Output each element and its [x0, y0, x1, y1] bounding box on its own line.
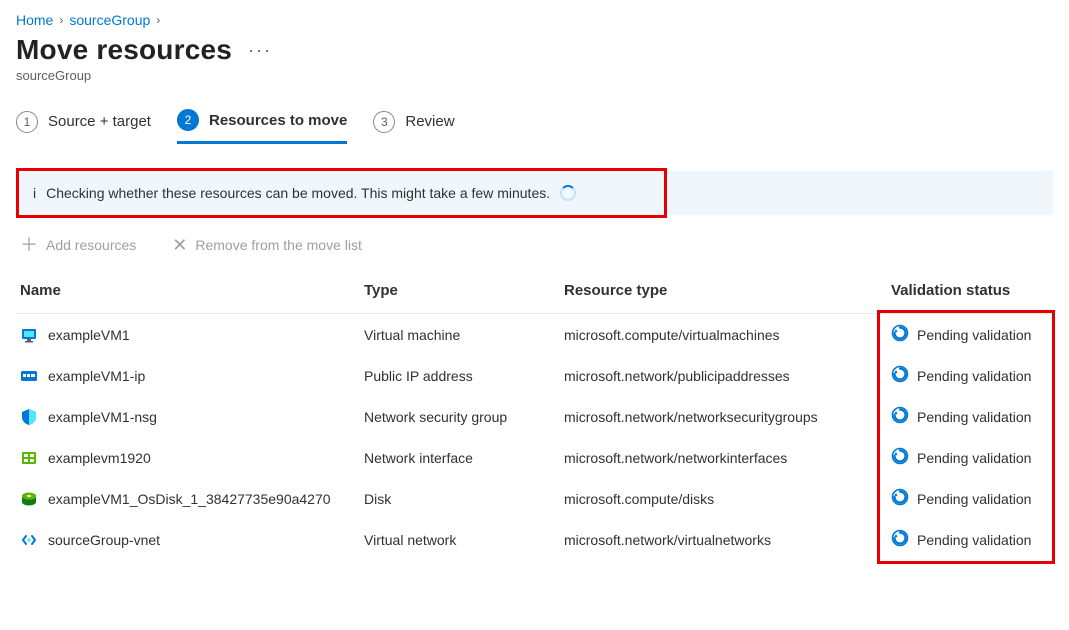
validation-status: Pending validation — [917, 450, 1031, 466]
col-resource-type[interactable]: Resource type — [556, 274, 883, 314]
toolbar: ＋ Add resources ✕ Remove from the move l… — [20, 236, 1053, 254]
validation-status: Pending validation — [917, 491, 1031, 507]
step-label: Resources to move — [209, 112, 347, 129]
col-name[interactable]: Name — [16, 274, 356, 314]
more-actions-icon[interactable]: ··· — [244, 40, 276, 61]
breadcrumb: Home › sourceGroup › — [16, 12, 1053, 28]
validation-status: Pending validation — [917, 327, 1031, 343]
col-validation-status[interactable]: Validation status — [883, 274, 1053, 314]
resource-name: exampleVM1-nsg — [48, 409, 157, 425]
resource-type-friendly: Network security group — [356, 396, 556, 437]
table-row[interactable]: exampleVM1-nsg Network security groupmicr… — [16, 396, 1053, 437]
nic-icon — [20, 449, 38, 467]
banner-message: Checking whether these resources can be … — [46, 185, 550, 201]
validation-status: Pending validation — [917, 409, 1031, 425]
page-subtitle: sourceGroup — [16, 68, 1053, 83]
step-number: 1 — [16, 111, 38, 133]
add-resources-button[interactable]: ＋ Add resources — [20, 236, 136, 254]
step-label: Source + target — [48, 113, 151, 130]
spinner-icon — [560, 185, 576, 201]
vm-icon — [20, 326, 38, 344]
ip-icon — [20, 367, 38, 385]
resource-type-id: microsoft.compute/virtualmachines — [556, 314, 883, 356]
chevron-right-icon: › — [59, 13, 63, 27]
vnet-icon — [20, 531, 38, 549]
table-row[interactable]: exampleVM1 Virtual machinemicrosoft.compu… — [16, 314, 1053, 356]
plus-icon: ＋ — [20, 236, 38, 254]
add-label: Add resources — [46, 237, 136, 253]
remove-from-list-button[interactable]: ✕ Remove from the move list — [172, 236, 362, 254]
pending-validation-icon — [891, 488, 909, 509]
breadcrumb-home[interactable]: Home — [16, 12, 53, 28]
pending-validation-icon — [891, 324, 909, 345]
resource-name: exampleVM1-ip — [48, 368, 145, 384]
breadcrumb-group[interactable]: sourceGroup — [69, 12, 150, 28]
resource-type-id: microsoft.network/networksecuritygroups — [556, 396, 883, 437]
table-row[interactable]: exampleVM1_OsDisk_1_38427735e90a4270 Disk… — [16, 478, 1053, 519]
page-title: Move resources — [16, 34, 232, 66]
remove-label: Remove from the move list — [195, 237, 362, 253]
step-number: 2 — [177, 109, 199, 131]
resource-type-id: microsoft.network/virtualnetworks — [556, 519, 883, 560]
disk-icon — [20, 490, 38, 508]
resource-name: sourceGroup-vnet — [48, 532, 160, 548]
resource-type-friendly: Virtual network — [356, 519, 556, 560]
step-number: 3 — [373, 111, 395, 133]
close-icon: ✕ — [172, 236, 187, 254]
highlight-box: i Checking whether these resources can b… — [16, 168, 667, 218]
chevron-right-icon: › — [156, 13, 160, 27]
wizard-stepper: 1 Source + target 2 Resources to move 3 … — [16, 103, 1053, 144]
validation-status: Pending validation — [917, 532, 1031, 548]
resource-type-id: microsoft.compute/disks — [556, 478, 883, 519]
resource-type-id: microsoft.network/publicipaddresses — [556, 355, 883, 396]
info-icon: i — [33, 185, 36, 201]
step-label: Review — [405, 113, 454, 130]
resource-type-id: microsoft.network/networkinterfaces — [556, 437, 883, 478]
resource-type-friendly: Virtual machine — [356, 314, 556, 356]
resource-name: exampleVM1 — [48, 327, 130, 343]
pending-validation-icon — [891, 365, 909, 386]
resources-table: Name Type Resource type Validation statu… — [16, 274, 1053, 560]
table-row[interactable]: sourceGroup-vnet Virtual networkmicrosoft… — [16, 519, 1053, 560]
resource-name: examplevm1920 — [48, 450, 151, 466]
col-type[interactable]: Type — [356, 274, 556, 314]
step-resources-to-move[interactable]: 2 Resources to move — [177, 103, 347, 144]
step-source-target[interactable]: 1 Source + target — [16, 105, 151, 143]
validation-status: Pending validation — [917, 368, 1031, 384]
table-row[interactable]: examplevm1920 Network interfacemicrosoft.… — [16, 437, 1053, 478]
table-row[interactable]: exampleVM1-ip Public IP addressmicrosoft.… — [16, 355, 1053, 396]
resource-name: exampleVM1_OsDisk_1_38427735e90a4270 — [48, 491, 331, 507]
resource-type-friendly: Network interface — [356, 437, 556, 478]
resource-type-friendly: Public IP address — [356, 355, 556, 396]
nsg-icon — [20, 408, 38, 426]
step-review[interactable]: 3 Review — [373, 105, 454, 143]
validation-banner: i Checking whether these resources can b… — [16, 168, 1053, 218]
resource-type-friendly: Disk — [356, 478, 556, 519]
pending-validation-icon — [891, 406, 909, 427]
pending-validation-icon — [891, 529, 909, 550]
pending-validation-icon — [891, 447, 909, 468]
